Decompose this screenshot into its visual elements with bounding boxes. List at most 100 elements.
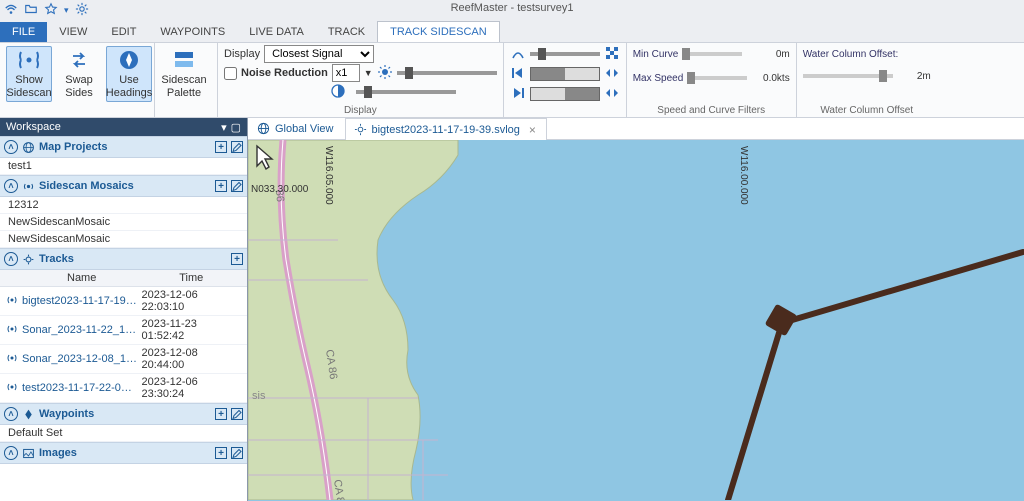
quick-access-toolbar: ▾: [0, 0, 1024, 20]
noise-reduction-label: Noise Reduction: [241, 67, 328, 79]
gamma-icon[interactable]: [510, 45, 526, 64]
menu-bar: FILE VIEW EDIT WAYPOINTS LIVE DATA TRACK…: [0, 20, 1024, 42]
folder-icon[interactable]: [24, 2, 38, 19]
add-icon[interactable]: +: [215, 141, 227, 153]
table-row[interactable]: bigtest2023-11-17-19-3...2023-12-06 22:0…: [0, 287, 247, 316]
use-headings-button[interactable]: UseHeadings: [106, 46, 152, 102]
table-row[interactable]: Sonar_2023-11-22_19.5...2023-11-23 01:52…: [0, 316, 247, 345]
sidescan-icon: [17, 48, 41, 72]
section-map-projects[interactable]: ˄ Map Projects +: [0, 136, 247, 158]
cursor-icon: [254, 144, 276, 172]
left-right-icon-2[interactable]: [604, 85, 620, 104]
track-icon: [6, 323, 18, 338]
swap-sides-button[interactable]: SwapSides: [56, 46, 102, 102]
min-curve-value: 0m: [776, 49, 790, 60]
close-tab-icon[interactable]: ×: [529, 123, 536, 137]
dropdown-icon[interactable]: ▼: [364, 68, 373, 78]
min-curve-slider[interactable]: [682, 50, 742, 58]
display-label: Display: [224, 48, 260, 60]
map-document-area: Global View bigtest2023-11-17-19-39.svlo…: [248, 118, 1024, 501]
add-icon[interactable]: +: [215, 180, 227, 192]
left-right-icon[interactable]: [604, 65, 620, 84]
palette-icon: [172, 48, 196, 72]
lon-label: W116.00.000: [738, 146, 749, 205]
menu-view[interactable]: VIEW: [47, 22, 99, 42]
section-images[interactable]: ˄ Images +: [0, 442, 247, 464]
list-item[interactable]: test1: [0, 158, 247, 175]
menu-track[interactable]: TRACK: [316, 22, 377, 42]
section-tracks[interactable]: ˄ Tracks +: [0, 248, 247, 270]
chevron-up-icon[interactable]: ˄: [4, 140, 18, 154]
menu-track-sidescan[interactable]: TRACK SIDESCAN: [377, 21, 500, 42]
tab-global-view[interactable]: Global View: [248, 117, 345, 139]
tab-active-file[interactable]: bigtest2023-11-17-19-39.svlog ×: [345, 118, 547, 140]
pin-icon: [22, 408, 35, 421]
brightness-slider[interactable]: [397, 69, 497, 77]
wifi-icon[interactable]: [4, 2, 18, 19]
chevron-up-icon[interactable]: ˄: [4, 252, 18, 266]
menu-waypoints[interactable]: WAYPOINTS: [148, 22, 237, 42]
table-row[interactable]: Sonar_2023-12-08_14.4...2023-12-08 20:44…: [0, 345, 247, 374]
track-icon: [6, 294, 18, 309]
menu-edit[interactable]: EDIT: [99, 22, 148, 42]
menu-live-data[interactable]: LIVE DATA: [237, 22, 316, 42]
section-sidescan-mosaics[interactable]: ˄ Sidescan Mosaics +: [0, 175, 247, 197]
svg-text:sis: sis: [252, 390, 266, 402]
chevron-up-icon[interactable]: ˄: [4, 179, 18, 193]
edit-icon[interactable]: [231, 141, 243, 153]
list-item[interactable]: NewSidescanMosaic: [0, 214, 247, 231]
max-speed-value: 0.0kts: [763, 73, 790, 84]
show-sidescan-button[interactable]: ShowSidescan: [6, 46, 52, 102]
display-select[interactable]: Closest Signal: [264, 45, 374, 63]
image-icon: [22, 447, 35, 460]
ribbon: ShowSidescan SwapSides UseHeadings Sides…: [0, 42, 1024, 118]
star-icon[interactable]: [44, 2, 58, 19]
chevron-up-icon[interactable]: ˄: [4, 446, 18, 460]
max-speed-slider[interactable]: [687, 74, 747, 82]
sidescan-palette-button[interactable]: SidescanPalette: [161, 46, 207, 102]
add-icon[interactable]: +: [215, 408, 227, 420]
globe-icon: [257, 122, 270, 135]
sidescan-mini-icon: [22, 180, 35, 193]
display-group-caption: Display: [224, 105, 497, 116]
track-icon: [6, 381, 18, 396]
contrast-slider[interactable]: [356, 88, 456, 96]
edit-icon[interactable]: [231, 180, 243, 192]
gear-icon[interactable]: [75, 2, 89, 19]
lat-label: N033.30.000: [251, 184, 308, 195]
water-column-slider[interactable]: [803, 72, 893, 80]
dropdown-icon[interactable]: ▾: [221, 121, 227, 134]
list-item[interactable]: Default Set: [0, 425, 247, 442]
skip-forward-icon[interactable]: [510, 85, 526, 104]
list-item[interactable]: NewSidescanMosaic: [0, 231, 247, 248]
map-canvas[interactable]: 86 CA 86 CA 86 sis: [248, 140, 1024, 501]
checker-icon[interactable]: [604, 45, 620, 64]
noise-reduction-checkbox[interactable]: [224, 67, 237, 80]
brightness-icon[interactable]: [377, 64, 393, 83]
gamma-slider[interactable]: [530, 50, 600, 58]
compass-icon: [117, 48, 141, 72]
lon-label: W116.05.000: [323, 146, 334, 205]
edit-icon[interactable]: [231, 447, 243, 459]
add-icon[interactable]: +: [215, 447, 227, 459]
chevron-up-icon[interactable]: ˄: [4, 407, 18, 421]
table-row[interactable]: test2023-11-17-22-05.s...2023-12-06 23:3…: [0, 374, 247, 403]
edit-icon[interactable]: [231, 408, 243, 420]
close-icon[interactable]: ▢: [231, 121, 241, 134]
noise-reduction-factor[interactable]: [332, 64, 360, 82]
skip-back-icon[interactable]: [510, 65, 526, 84]
water-column-label: Water Column Offset:: [803, 49, 899, 60]
gear-mini-icon: [354, 123, 367, 136]
add-icon[interactable]: +: [231, 253, 243, 265]
list-item[interactable]: 12312: [0, 197, 247, 214]
document-tabs: Global View bigtest2023-11-17-19-39.svlo…: [248, 118, 1024, 140]
track-icon: [6, 352, 18, 367]
chevron-down-icon[interactable]: ▾: [64, 5, 69, 16]
range-slider-right[interactable]: [530, 87, 600, 101]
file-menu[interactable]: FILE: [0, 22, 47, 42]
coastline: 86 CA 86 CA 86 sis: [248, 140, 1024, 500]
workspace-panel: Workspace ▾ ▢ ˄ Map Projects + test1 ˄ S…: [0, 118, 248, 501]
contrast-icon[interactable]: [330, 83, 346, 102]
section-waypoints[interactable]: ˄ Waypoints +: [0, 403, 247, 425]
range-slider-left[interactable]: [530, 67, 600, 81]
